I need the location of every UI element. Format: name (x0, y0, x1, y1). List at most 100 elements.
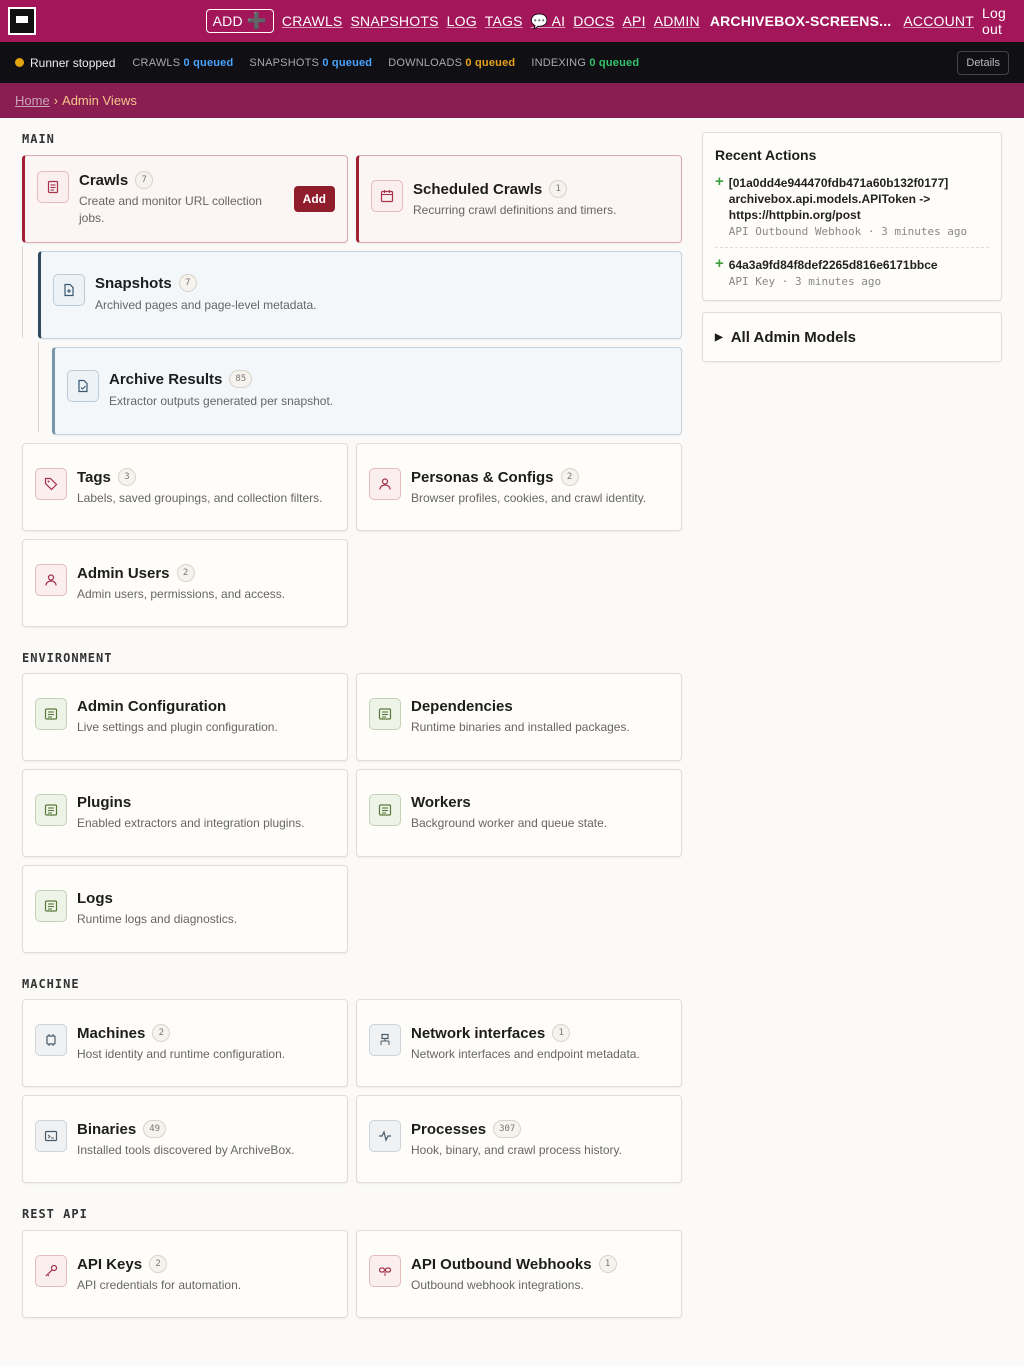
count-badge: 49 (143, 1120, 167, 1138)
runner-status-dot-icon (15, 58, 24, 67)
nav-link-log[interactable]: LOG (447, 13, 477, 29)
activity-icon (369, 1120, 401, 1152)
card-machines[interactable]: Machines 2 Host identity and runtime conf… (22, 999, 348, 1087)
nav-link-snapshots[interactable]: SNAPSHOTS (350, 13, 438, 29)
nav-add-button[interactable]: ADD ➕ (205, 9, 274, 33)
terminal-icon (35, 1120, 67, 1152)
card-title: API Outbound Webhooks 1 (411, 1255, 617, 1273)
details-button[interactable]: Details (957, 50, 1009, 75)
card-scheduled-crawls[interactable]: Scheduled Crawls 1 Recurring crawl defini… (356, 155, 682, 243)
card-network-interfaces[interactable]: Network interfaces 1 Network interfaces a… (356, 999, 682, 1087)
card-description: Labels, saved groupings, and collection … (77, 491, 323, 505)
all-admin-models-label: All Admin Models (730, 328, 856, 346)
disclosure-triangle-icon: ▶ (715, 331, 723, 343)
card-description: Outbound webhook integrations. (411, 1278, 584, 1292)
nav-link-ai[interactable]: 💬 AI (531, 13, 566, 30)
action-object-line: archivebox.api.models.APIToken -> (728, 192, 931, 206)
top-nav: ADD ➕ CRAWLS SNAPSHOTS LOG TAGS 💬 AI DOC… (0, 0, 1024, 42)
card-admin-users[interactable]: Admin Users 2 Admin users, permissions, a… (22, 539, 348, 627)
addition-icon: + (715, 173, 724, 190)
card-description: Extractor outputs generated per snapshot… (109, 394, 334, 408)
card-title: Workers (411, 794, 471, 811)
count-badge: 3 (117, 468, 136, 486)
action-object-line: https://httpbin.org/post (728, 208, 861, 222)
card-title: Logs (77, 890, 113, 907)
card-description: Browser profiles, cookies, and crawl ide… (411, 491, 647, 505)
logout-link[interactable]: Log out (982, 5, 1016, 37)
card-snapshots[interactable]: Snapshots 7 Archived pages and page-level… (38, 251, 682, 339)
addition-icon: + (715, 255, 724, 272)
count-badge: 1 (552, 1024, 571, 1042)
nav-link-admin[interactable]: ADMIN (654, 13, 700, 29)
card-title: Admin Users 2 (77, 564, 195, 582)
card-description: Create and monitor URL collection jobs. (79, 194, 262, 225)
nav-link-api[interactable]: API (623, 13, 646, 29)
divider (715, 247, 989, 248)
recent-action-item[interactable]: + 64a3a9fd84f8def2265d816e6171bbce API K… (715, 255, 989, 288)
nav-instance-name[interactable]: ARCHIVEBOX-SCREENS... (710, 13, 892, 29)
card-api-outbound-webhooks[interactable]: API Outbound Webhooks 1 Outbound webhook … (356, 1230, 682, 1318)
card-api-keys[interactable]: API Keys 2 API credentials for automation… (22, 1230, 348, 1318)
network-icon (369, 1024, 401, 1056)
card-title: Tags 3 (77, 468, 136, 486)
key-icon (35, 1255, 67, 1287)
archivebox-logo-icon[interactable] (8, 7, 36, 35)
card-personas-configs[interactable]: Personas & Configs 2 Browser profiles, co… (356, 443, 682, 531)
breadcrumb-separator: › (53, 93, 59, 108)
card-title: Machines 2 (77, 1024, 171, 1042)
breadcrumb-current: Admin Views (62, 93, 137, 108)
card-description: Runtime binaries and installed packages. (411, 720, 630, 734)
card-title: Plugins (77, 794, 132, 811)
settings-list-icon (35, 698, 67, 730)
action-object-line: [01a0dd4e944470fdb471a60b132f0177] (728, 176, 949, 190)
count-badge: 7 (135, 171, 154, 189)
recent-action-item[interactable]: + [01a0dd4e944470fdb471a60b132f0177] arc… (715, 173, 989, 238)
card-title: Dependencies (411, 698, 513, 715)
user-icon (369, 468, 401, 500)
card-logs[interactable]: Logs Runtime logs and diagnostics. (22, 865, 348, 953)
card-title: Network interfaces 1 (411, 1024, 571, 1042)
card-title: Archive Results 85 (109, 370, 253, 388)
nav-add-label: ADD (212, 13, 243, 29)
user-icon (35, 564, 67, 596)
breadcrumb-home-link[interactable]: Home (15, 93, 50, 108)
snapshot-file-icon (53, 274, 85, 306)
card-tags[interactable]: Tags 3 Labels, saved groupings, and colle… (22, 443, 348, 531)
section-title-machine: MACHINE (22, 977, 80, 991)
add-crawl-button[interactable]: Add (293, 186, 335, 212)
count-badge: 7 (178, 274, 197, 292)
breadcrumb: Home › Admin Views (0, 83, 1024, 118)
card-title: Snapshots 7 (95, 274, 197, 292)
nav-link-tags[interactable]: TAGS (485, 13, 523, 29)
action-object-line: 64a3a9fd84f8def2265d816e6171bbce (728, 258, 938, 272)
card-dependencies[interactable]: Dependencies Runtime binaries and instal… (356, 673, 682, 761)
nav-link-docs[interactable]: DOCS (573, 13, 614, 29)
status-bar: Runner stopped CRAWLS 0 queued SNAPSHOTS… (0, 42, 1024, 83)
nav-link-account[interactable]: ACCOUNT (903, 13, 974, 29)
card-plugins[interactable]: Plugins Enabled extractors and integrati… (22, 769, 348, 857)
card-archive-results[interactable]: Archive Results 85 Extractor outputs gene… (52, 347, 682, 435)
runner-status: Runner stopped (30, 55, 116, 70)
webhook-icon (369, 1255, 401, 1287)
package-list-icon (369, 698, 401, 730)
card-description: Installed tools discovered by ArchiveBox… (77, 1143, 295, 1157)
nav-link-crawls[interactable]: CRAWLS (282, 13, 343, 29)
card-admin-configuration[interactable]: Admin Configuration Live settings and pl… (22, 673, 348, 761)
card-title: Processes 307 (411, 1120, 522, 1138)
card-workers[interactable]: Workers Background worker and queue stat… (356, 769, 682, 857)
count-badge: 307 (493, 1120, 522, 1138)
card-description: Live settings and plugin configuration. (77, 720, 278, 734)
all-admin-models-toggle[interactable]: ▶ All Admin Models (702, 312, 1002, 362)
section-title-rest-api: REST API (22, 1207, 88, 1221)
card-description: Enabled extractors and integration plugi… (77, 816, 305, 830)
count-badge: 1 (598, 1255, 617, 1273)
card-crawls[interactable]: Crawls 7 Create and monitor URL collectio… (22, 155, 348, 243)
count-badge: 2 (152, 1024, 171, 1042)
section-title-environment: ENVIRONMENT (22, 651, 113, 665)
calendar-icon (371, 180, 403, 212)
card-description: Recurring crawl definitions and timers. (413, 203, 617, 217)
recent-actions-panel: Recent Actions + [01a0dd4e944470fdb471a6… (702, 132, 1002, 301)
card-binaries[interactable]: Binaries 49 Installed tools discovered by… (22, 1095, 348, 1183)
card-description: Archived pages and page-level metadata. (95, 298, 317, 312)
card-processes[interactable]: Processes 307 Hook, binary, and crawl pro… (356, 1095, 682, 1183)
